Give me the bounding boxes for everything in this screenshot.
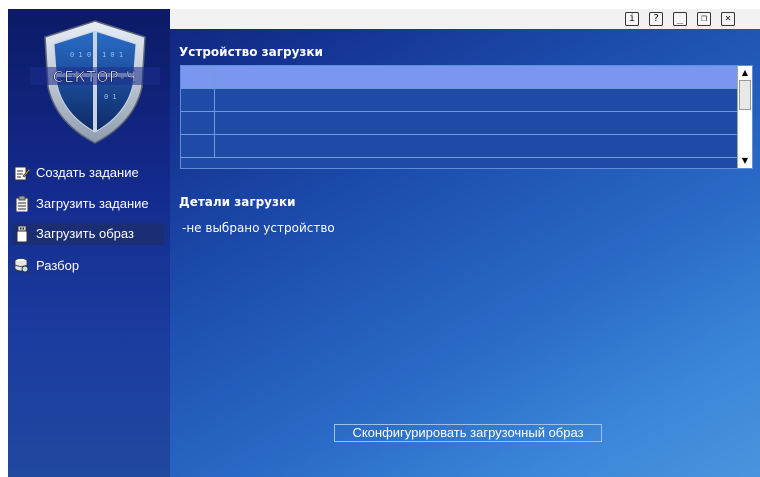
clipboard-icon [15,196,29,212]
logo-text: СЕКТОР-Ч [53,68,137,86]
table-scrollbar[interactable]: ▲ ▼ [737,66,752,168]
info-button[interactable]: i [625,12,639,26]
sidebar-item-label: Разбор [36,258,80,273]
sidebar-item-load-task[interactable]: Загрузить задание [12,193,164,215]
edit-icon [14,166,30,181]
column-divider [214,89,215,111]
scroll-down-icon[interactable]: ▼ [739,155,751,167]
database-search-icon [14,258,30,274]
sidebar-item-create-task[interactable]: Создать задание [12,162,164,184]
usb-drive-icon [16,226,28,242]
app-window: 0 1 0 1 0 1 0 1 СЕКТОР-Ч Создать задание… [8,9,760,477]
shield-logo-icon: 0 1 0 1 0 1 0 1 СЕКТОР-Ч [30,20,160,144]
column-divider [214,135,215,157]
table-row[interactable] [181,135,737,158]
svg-text:0 1: 0 1 [104,93,117,101]
minimize-button[interactable]: _ [673,12,687,26]
device-table: ▲ ▼ [180,65,753,169]
sidebar-item-label: Создать задание [36,165,139,180]
scroll-thumb[interactable] [739,80,751,110]
column-divider [214,66,215,88]
svg-text:0 1 0: 0 1 0 [70,51,91,59]
table-row[interactable] [181,89,737,112]
sidebar: 0 1 0 1 0 1 0 1 СЕКТОР-Ч Создать задание… [8,9,170,477]
help-button[interactable]: ? [649,12,663,26]
titlebar: i ? _ ❐ ✕ [170,9,760,29]
scroll-up-icon[interactable]: ▲ [739,67,751,79]
close-button[interactable]: ✕ [721,12,735,26]
table-row[interactable] [181,66,737,89]
restore-button[interactable]: ❐ [697,12,711,26]
configure-boot-image-button[interactable]: Сконфигурировать загрузочный образ [334,424,602,442]
column-divider [214,112,215,134]
details-text: -не выбрано устройство [182,221,335,235]
sidebar-item-analysis[interactable]: Разбор [12,255,164,277]
sidebar-item-load-image[interactable]: Загрузить образ [12,223,164,245]
table-row[interactable] [181,112,737,135]
sidebar-item-label: Загрузить образ [36,226,134,241]
device-section-title: Устройство загрузки [179,45,323,59]
svg-text:1 0 1: 1 0 1 [102,51,123,59]
sidebar-item-label: Загрузить задание [36,196,149,211]
details-section-title: Детали загрузки [179,195,296,209]
logo: 0 1 0 1 0 1 0 1 СЕКТОР-Ч [30,17,160,147]
